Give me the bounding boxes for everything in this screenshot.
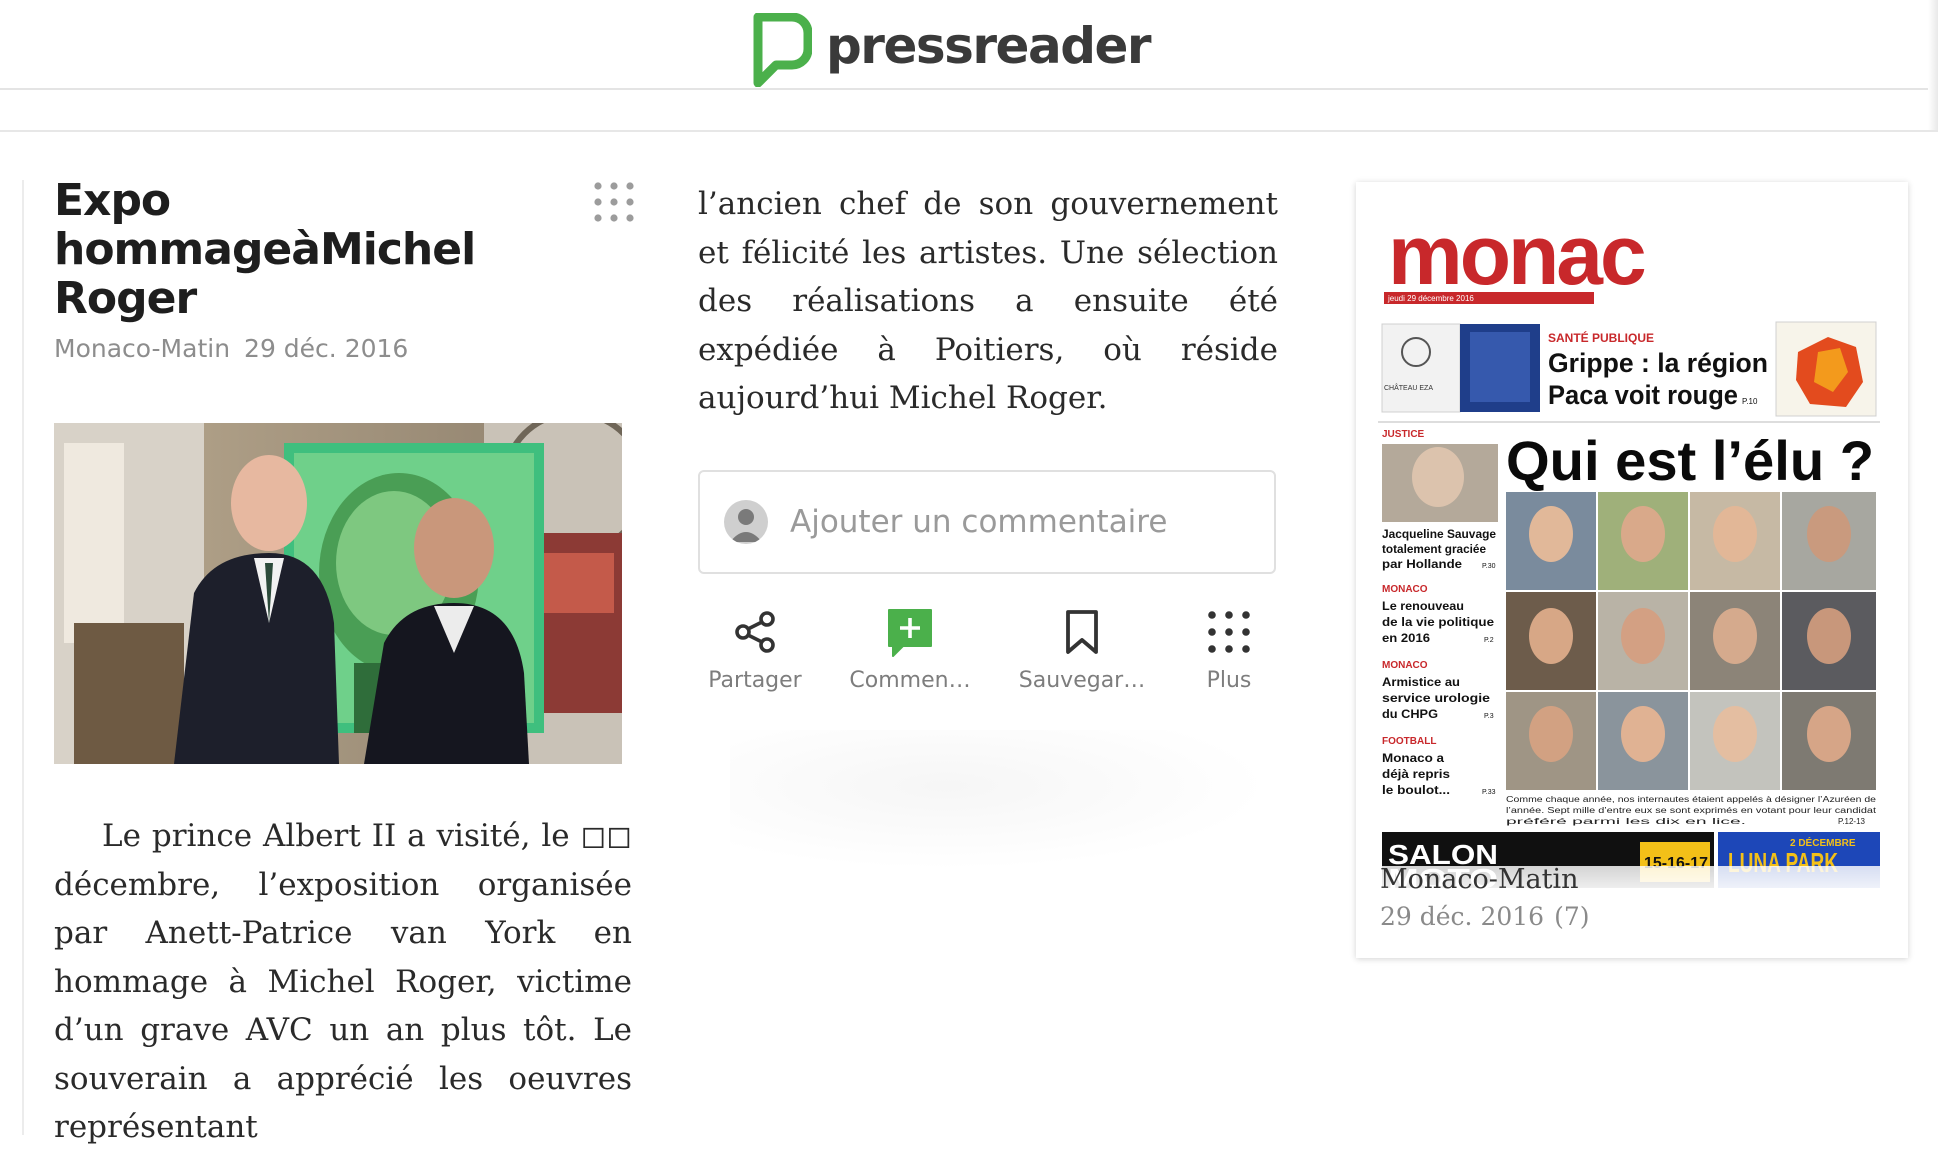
cover-football-label: FOOTBALL [1382, 736, 1436, 747]
cover-justice-label: JUSTICE [1382, 429, 1425, 440]
comment-label: Commen… [849, 668, 971, 693]
scrollbar-edge [1928, 0, 1938, 130]
svg-text:préféré parmi les dix en lice.: préféré parmi les dix en lice. [1506, 817, 1746, 826]
svg-text:l’année. Sept mille d’entre eu: l’année. Sept mille d’entre eux se sont … [1506, 806, 1877, 815]
issue-count: (7) [1554, 902, 1590, 931]
more-button[interactable]: Plus [1144, 606, 1314, 693]
article-photo[interactable] [54, 423, 622, 764]
more-label: Plus [1206, 668, 1252, 693]
save-button[interactable]: Sauvegar… [997, 606, 1167, 693]
comment-button[interactable]: Commen… [825, 606, 995, 693]
cover-football-page: P.33 [1482, 789, 1496, 796]
article-meta: Monaco-Matin 29 déc. 2016 [54, 334, 408, 363]
issue-card[interactable]: monac jeudi 29 décembre 2016 CHÂTEAU EZA… [1356, 182, 1908, 958]
comment-add-icon [888, 609, 932, 657]
svg-text:par Hollande: par Hollande [1382, 557, 1462, 571]
pressreader-logo[interactable]: pressreader [748, 12, 1152, 88]
svg-text:en 2016: en 2016 [1382, 631, 1430, 645]
svg-text:Armistice au: Armistice au [1382, 675, 1460, 689]
svg-text:totalement graciée: totalement graciée [1382, 542, 1486, 556]
svg-text:du CHPG: du CHPG [1382, 707, 1438, 721]
issue-date: 29 déc. 2016 (7) [1380, 902, 1590, 931]
svg-text:Le renouveau: Le renouveau [1382, 599, 1464, 613]
cover-monaco2-label: MONACO [1382, 660, 1428, 671]
drag-handle-icon[interactable] [592, 180, 636, 224]
share-button[interactable]: Partager [670, 606, 840, 693]
article-source[interactable]: Monaco-Matin [54, 334, 230, 363]
share-label: Partager [708, 668, 802, 693]
cover-monaco1-page: P.2 [1484, 637, 1494, 644]
comment-placeholder: Ajouter un commentaire [790, 504, 1168, 540]
cover-justice-page: P.30 [1482, 563, 1496, 570]
bookmark-icon [1066, 610, 1098, 654]
svg-text:de la vie politique: de la vie politique [1382, 615, 1494, 629]
logo-text: pressreader [826, 17, 1152, 75]
svg-text:Comme chaque année, nos intern: Comme chaque année, nos internautes étai… [1506, 795, 1877, 804]
svg-text:Paca voit rouge: Paca voit rouge [1548, 380, 1738, 410]
column-divider [22, 180, 24, 1135]
article-body-part1: Le prince Albert II a visité, le ◻◻ déce… [54, 818, 632, 1145]
svg-text:Jacqueline Sauvage: Jacqueline Sauvage [1382, 527, 1496, 541]
newspaper-cover[interactable]: monac jeudi 29 décembre 2016 CHÂTEAU EZA… [1378, 212, 1880, 888]
cover-image: monac jeudi 29 décembre 2016 CHÂTEAU EZA… [1378, 212, 1880, 888]
pressreader-logo-icon [753, 13, 812, 87]
article-photo-image [54, 423, 622, 764]
issue-publication-name: Monaco-Matin [1380, 864, 1579, 895]
article-title: Expo hommageàMichel Roger [54, 175, 476, 324]
svg-text:le boulot...: le boulot... [1382, 783, 1450, 797]
more-dots-icon [1208, 611, 1250, 653]
article-date: 29 déc. 2016 [244, 334, 409, 363]
cover-monaco1-label: MONACO [1382, 584, 1428, 595]
user-avatar-icon [724, 500, 768, 544]
svg-text:service urologie: service urologie [1382, 691, 1490, 705]
svg-text:2 DÉCEMBRE: 2 DÉCEMBRE [1790, 836, 1856, 849]
issue-date-text: 29 déc. 2016 [1380, 902, 1545, 931]
add-comment-field[interactable]: Ajouter un commentaire [698, 470, 1276, 574]
cover-dateline: jeudi 29 décembre 2016 [1387, 294, 1474, 303]
cover-sante-label: SANTÉ PUBLIQUE [1548, 330, 1654, 345]
article-body-part2: l’ancien chef de son gouvernement et fél… [698, 186, 1278, 416]
cover-sante-page: P.10 [1742, 397, 1758, 406]
cover-masthead: monac [1388, 212, 1645, 302]
save-label: Sauvegar… [1018, 668, 1146, 693]
cover-caption-page: P.12-13 [1838, 817, 1866, 826]
top-bar: pressreader [0, 0, 1938, 90]
cover-main-headline: Qui est l’élu ? [1506, 429, 1874, 492]
loading-placeholder [730, 730, 1270, 870]
svg-text:Grippe : la région: Grippe : la région [1548, 348, 1768, 378]
sub-toolbar [0, 90, 1938, 132]
cover-chateau: CHÂTEAU EZA [1384, 383, 1433, 392]
share-icon [735, 611, 775, 653]
cover-monaco2-page: P.3 [1484, 713, 1494, 720]
svg-text:Monaco a: Monaco a [1382, 751, 1444, 765]
svg-text:déjà repris: déjà repris [1382, 767, 1450, 781]
